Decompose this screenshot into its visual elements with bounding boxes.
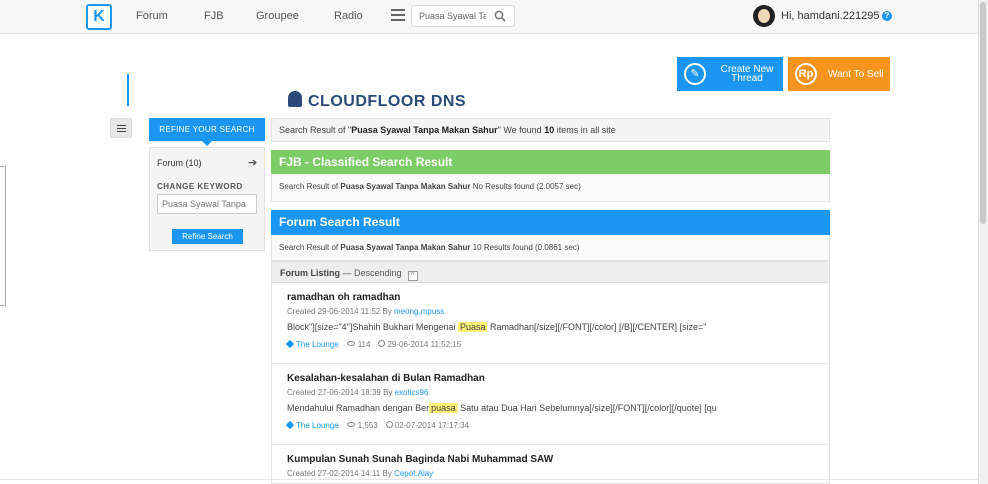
kaskus-logo[interactable]: K: [86, 4, 112, 30]
thread-forum-link[interactable]: The Lounge: [296, 421, 339, 430]
thread-snippet: Mendahului Ramadhan dengan Ber puasa Satu…: [287, 403, 717, 413]
thread-snippet: Block"][size="4"]Shahih Bukhari Mengenai…: [287, 322, 707, 332]
forum-listing-bar: Forum Listing — Descending ^: [271, 261, 830, 283]
thread-item: Kesalahan-kesalahan di Bulan Ramadhan Cr…: [271, 364, 830, 445]
eye-icon: [346, 341, 355, 346]
ad-banner-text: CLOUDFLOOR DNS: [308, 93, 467, 107]
clock-icon: [378, 340, 386, 347]
pencil-icon: ✎: [684, 63, 706, 85]
refine-search-button[interactable]: Refine Search: [172, 229, 243, 244]
search-box: [411, 5, 515, 27]
menu-icon[interactable]: [391, 9, 405, 21]
thread-meta: Created 29-06-2014 11:52 By meong.mpuss: [287, 307, 445, 316]
user-greeting[interactable]: Hi, hamdani.221295: [781, 10, 879, 22]
sidebar-toggle-button[interactable]: [110, 118, 132, 138]
nav-fjb[interactable]: FJB: [204, 10, 224, 22]
want-to-sell-label: Want To Sell: [828, 69, 884, 80]
fjb-result-header: FJB - Classified Search Result: [271, 150, 830, 174]
bottom-divider: [0, 479, 978, 480]
search-input[interactable]: [412, 6, 486, 26]
result-summary: Search Result of "Puasa Syawal Tanpa Mak…: [271, 118, 830, 142]
arrow-right-icon[interactable]: ➔: [248, 156, 257, 169]
rupiah-icon: Rp: [795, 63, 817, 85]
thread-title[interactable]: ramadhan oh ramadhan: [287, 292, 400, 303]
fjb-result-info: Search Result of Puasa Syawal Tanpa Maka…: [271, 174, 830, 202]
thread-meta: Created 27-06-2014 18:39 By exotics96: [287, 388, 429, 397]
help-icon[interactable]: ?: [882, 11, 892, 21]
thread-item: ramadhan oh ramadhan Created 29-06-2014 …: [271, 283, 830, 364]
scrollbar-thumb[interactable]: [980, 2, 986, 224]
cloud-server-icon: [288, 91, 302, 107]
thread-title[interactable]: Kesalahan-kesalahan di Bulan Ramadhan: [287, 373, 485, 384]
thread-author-link[interactable]: Cepot.Alay: [394, 469, 433, 478]
change-keyword-label: CHANGE KEYWORD: [157, 182, 243, 191]
top-navbar: K Forum FJB Groupee Radio Hi, hamdani.22…: [0, 0, 978, 34]
left-edge-panel: [0, 166, 6, 306]
thread-stats: The Lounge 1,553 02-07-2014 17:17:34: [285, 420, 469, 430]
decorative-line: [127, 74, 129, 106]
thread-forum-link[interactable]: The Lounge: [296, 340, 339, 349]
forum-result-header: Forum Search Result: [271, 210, 830, 235]
refine-search-tab[interactable]: REFINE YOUR SEARCH: [149, 118, 265, 146]
forum-result-info: Search Result of Puasa Syawal Tanpa Maka…: [271, 235, 830, 261]
nav-radio[interactable]: Radio: [334, 10, 363, 22]
create-new-thread-button[interactable]: ✎ Create New Thread: [677, 57, 783, 91]
forum-filter-item[interactable]: Forum (10): [157, 158, 202, 168]
keyword-input[interactable]: [157, 194, 257, 214]
thread-stats: The Lounge 114 29-06-2014 11:52:15: [285, 339, 461, 349]
tag-icon: [285, 339, 295, 349]
eye-icon: [346, 422, 355, 427]
refine-search-panel: Forum (10) ➔ CHANGE KEYWORD Refine Searc…: [149, 147, 265, 251]
thread-author-link[interactable]: meong.mpuss: [394, 307, 444, 316]
clock-icon: [385, 421, 393, 428]
nav-groupee[interactable]: Groupee: [256, 10, 299, 22]
thread-meta: Created 27-02-2014 14:11 By Cepot.Alay: [287, 469, 434, 478]
nav-forum[interactable]: Forum: [136, 10, 168, 22]
ad-banner[interactable]: CLOUDFLOOR DNS: [286, 89, 504, 107]
tag-icon: [285, 420, 295, 430]
search-icon[interactable]: [494, 10, 506, 22]
create-thread-label: Create New Thread: [720, 64, 774, 84]
avatar[interactable]: [753, 5, 775, 27]
thread-title[interactable]: Kumpulan Sunah Sunah Baginda Nabi Muhamm…: [287, 454, 553, 465]
want-to-sell-button[interactable]: Rp Want To Sell: [788, 57, 890, 91]
sort-toggle-icon[interactable]: ^: [407, 271, 418, 281]
thread-author-link[interactable]: exotics96: [395, 388, 429, 397]
